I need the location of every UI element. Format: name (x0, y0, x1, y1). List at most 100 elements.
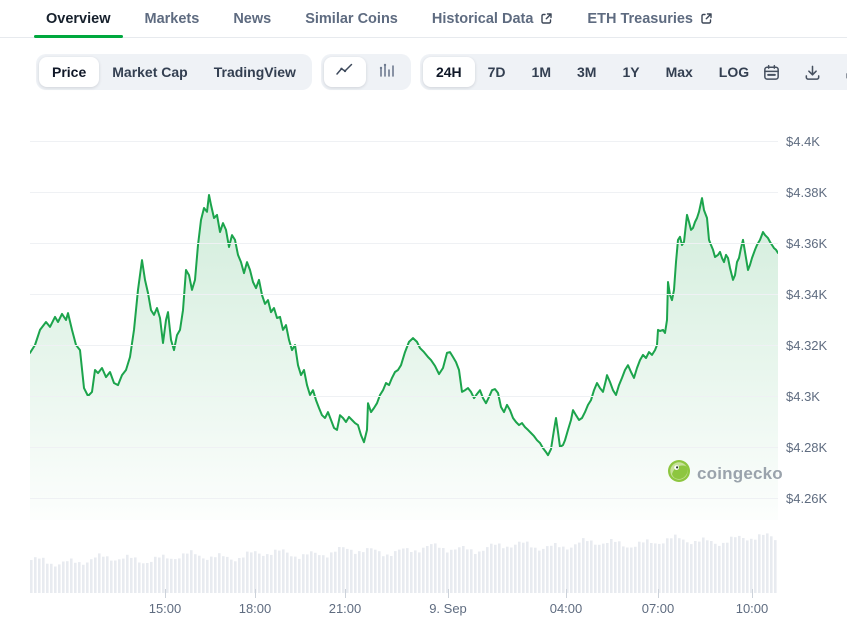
log-scale-button[interactable]: LOG (706, 57, 762, 87)
metric-tradingview-button[interactable]: TradingView (201, 57, 309, 87)
volume-bar (402, 549, 405, 594)
tab-historical-data[interactable]: Historical Data (432, 0, 554, 37)
volume-bar (30, 560, 33, 593)
volume-bar (678, 538, 681, 593)
external-link-icon (540, 12, 553, 25)
volume-bar (242, 558, 245, 594)
volume-bar (610, 539, 613, 593)
tab-label: Overview (46, 11, 111, 27)
volume-bar (626, 548, 629, 594)
range-24h-button[interactable]: 24H (423, 57, 475, 87)
volume-bar (458, 547, 461, 593)
volume-bar (726, 543, 729, 593)
volume-bar (714, 544, 717, 593)
volume-bar (322, 555, 325, 593)
volume-bar (622, 546, 625, 593)
volume-bar (174, 559, 177, 593)
volume-bar (358, 551, 361, 593)
x-axis-tick (658, 589, 659, 598)
metric-price-button[interactable]: Price (39, 57, 99, 87)
tab-markets[interactable]: Markets (145, 0, 200, 37)
tab-label: Markets (145, 11, 200, 27)
volume-bar (558, 547, 561, 593)
metric-toggle-group: Price Market Cap TradingView (36, 54, 312, 90)
line-chart-icon (335, 62, 354, 82)
price-chart: coingecko $4.4K$4.38K$4.36K$4.34K$4.32K$… (0, 0, 847, 637)
volume-bar (410, 552, 413, 593)
volume-bar (534, 548, 537, 593)
volume-bar (394, 551, 397, 593)
volume-bar (462, 546, 465, 593)
volume-bar (382, 556, 385, 593)
tab-news[interactable]: News (233, 0, 271, 37)
price-line-chart-canvas[interactable] (30, 120, 778, 520)
y-axis-label: $4.38K (786, 185, 827, 200)
x-axis-label: 18:00 (223, 601, 287, 616)
volume-bar (302, 554, 305, 593)
volume-bar (454, 550, 457, 594)
volume-bar (418, 552, 421, 593)
volume-bar (406, 548, 409, 593)
volume-bar (638, 542, 641, 593)
volume-bar (546, 546, 549, 593)
line-chart-type-button[interactable] (324, 57, 366, 87)
volume-bar (290, 556, 293, 593)
volume-bar (90, 559, 93, 593)
volume-bar (154, 557, 157, 593)
volume-bar (350, 550, 353, 593)
volume-bar (218, 553, 221, 593)
volume-bar (158, 558, 161, 594)
tab-overview[interactable]: Overview (46, 0, 111, 37)
volume-bar (150, 562, 153, 593)
range-1m-button[interactable]: 1M (519, 57, 564, 87)
volume-bar (514, 545, 517, 593)
y-axis-label: $4.3K (786, 389, 820, 404)
download-icon[interactable] (803, 63, 822, 82)
volume-bar (662, 543, 665, 593)
range-3m-button[interactable]: 3M (564, 57, 609, 87)
volume-bar (270, 555, 273, 593)
volume-bar (734, 537, 737, 593)
volume-bar (122, 559, 125, 593)
volume-bar (602, 544, 605, 593)
volume-bar (262, 556, 265, 593)
volume-bar (82, 565, 85, 593)
volume-bars (30, 530, 778, 593)
range-1y-button[interactable]: 1Y (609, 57, 652, 87)
volume-bar (46, 564, 49, 593)
metric-market-cap-button[interactable]: Market Cap (99, 57, 200, 87)
volume-bar (42, 558, 45, 593)
toolbar-action-icons (762, 63, 847, 82)
volume-bar (502, 548, 505, 593)
volume-bar (658, 544, 661, 593)
calendar-icon[interactable] (762, 63, 781, 82)
volume-bar (750, 539, 753, 593)
volume-bar (354, 554, 357, 593)
volume-bar (178, 558, 181, 593)
volume-bar (250, 552, 253, 593)
tab-similar-coins[interactable]: Similar Coins (305, 0, 398, 37)
volume-bar (390, 556, 393, 593)
volume-bar (318, 555, 321, 593)
volume-bar (286, 553, 289, 593)
volume-bar (482, 551, 485, 593)
range-max-button[interactable]: Max (653, 57, 706, 87)
volume-bar (222, 556, 225, 593)
volume-bar (710, 541, 713, 593)
volume-bar (774, 540, 777, 593)
x-axis-tick (165, 589, 166, 598)
volume-bar (442, 548, 445, 593)
volume-bar (646, 539, 649, 593)
volume-bar (378, 551, 381, 593)
volume-bar (490, 544, 493, 593)
volume-bar (474, 554, 477, 593)
volume-bar (70, 559, 73, 594)
tab-eth-treasuries[interactable]: ETH Treasuries (587, 0, 713, 37)
volume-bar (694, 541, 697, 593)
volume-bar (166, 558, 169, 593)
range-7d-button[interactable]: 7D (475, 57, 519, 87)
chart-type-toggle-group (321, 54, 411, 90)
bar-chart-type-button[interactable] (366, 57, 408, 87)
x-axis-tick (345, 589, 346, 598)
volume-bar (674, 535, 677, 593)
